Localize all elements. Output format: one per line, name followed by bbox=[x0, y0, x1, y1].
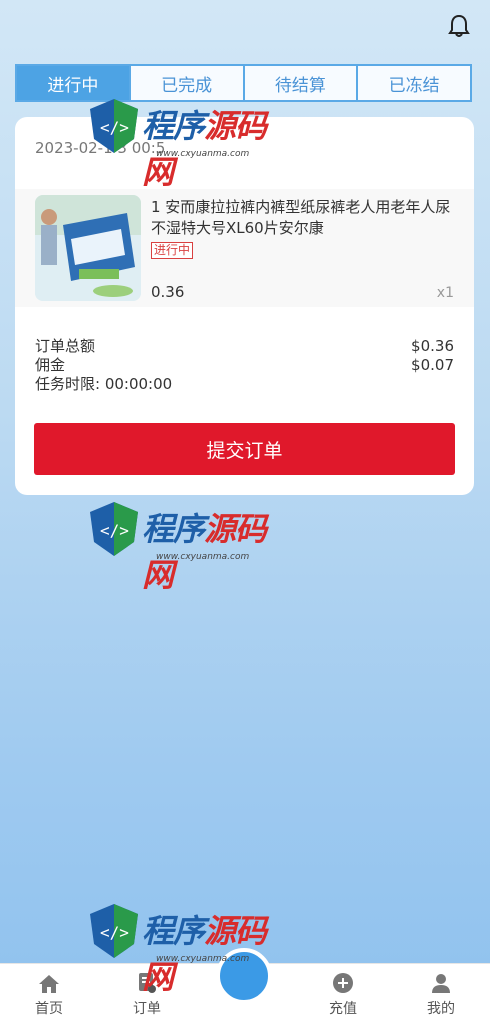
product-title: 1 安而康拉拉裤内裤型纸尿裤老人用老年人尿不湿特大号XL60片安尔康 bbox=[151, 198, 451, 237]
total-label: 订单总额 bbox=[35, 337, 96, 355]
nav-label-recharge: 充值 bbox=[329, 1001, 357, 1017]
svg-text:</>: </> bbox=[100, 118, 129, 137]
shield-logo-icon: </> bbox=[90, 502, 138, 556]
watermark-logo: </> 程序源码网 www.cxyuanma.com bbox=[86, 95, 296, 195]
product-info: 1 安而康拉拉裤内裤型纸尿裤老人用老年人尿不湿特大号XL60片安尔康 进行中 bbox=[151, 197, 456, 260]
shield-logo-icon: </> bbox=[90, 99, 138, 153]
product-quantity: x1 bbox=[436, 285, 454, 301]
nav-label-home: 首页 bbox=[35, 1001, 63, 1017]
watermark-logo: </> 程序源码网 www.cxyuanma.com bbox=[86, 498, 296, 598]
order-summary: 订单总额 $0.36 佣金 $0.07 任务时限: 00:00:00 bbox=[35, 337, 454, 394]
status-badge: 进行中 bbox=[151, 242, 194, 259]
nav-item-recharge[interactable]: 充值 bbox=[294, 964, 392, 1024]
commission-value: $0.07 bbox=[411, 356, 454, 374]
nav-label-profile: 我的 bbox=[427, 1001, 455, 1017]
product-row: 1 安而康拉拉裤内裤型纸尿裤老人用老年人尿不湿特大号XL60片安尔康 进行中 0… bbox=[15, 189, 474, 307]
user-icon bbox=[432, 974, 450, 993]
time-limit-label: 任务时限: 00:00:00 bbox=[35, 375, 173, 393]
svg-text:</>: </> bbox=[100, 521, 129, 540]
nav-item-home[interactable]: 首页 bbox=[0, 964, 98, 1024]
home-icon bbox=[39, 975, 59, 993]
commission-label: 佣金 bbox=[35, 356, 66, 374]
product-price: 0.36 bbox=[151, 283, 185, 301]
nav-item-profile[interactable]: 我的 bbox=[392, 964, 490, 1024]
watermark-logo: </> 程序源码网 www.cxyuanma.com bbox=[86, 900, 296, 1000]
notification-bell-icon[interactable] bbox=[448, 14, 470, 38]
summary-commission-row: 佣金 $0.07 bbox=[35, 356, 454, 375]
plus-circle-icon bbox=[333, 973, 353, 993]
shield-logo-icon: </> bbox=[90, 904, 138, 958]
total-value: $0.36 bbox=[411, 337, 454, 355]
tab-frozen[interactable]: 已冻结 bbox=[356, 66, 470, 100]
summary-total-row: 订单总额 $0.36 bbox=[35, 337, 454, 356]
summary-time-limit-row: 任务时限: 00:00:00 bbox=[35, 375, 454, 394]
submit-order-button[interactable]: 提交订单 bbox=[34, 423, 455, 475]
product-image bbox=[35, 195, 141, 301]
svg-text:</>: </> bbox=[100, 923, 129, 942]
nav-label-orders: 订单 bbox=[133, 1001, 161, 1017]
